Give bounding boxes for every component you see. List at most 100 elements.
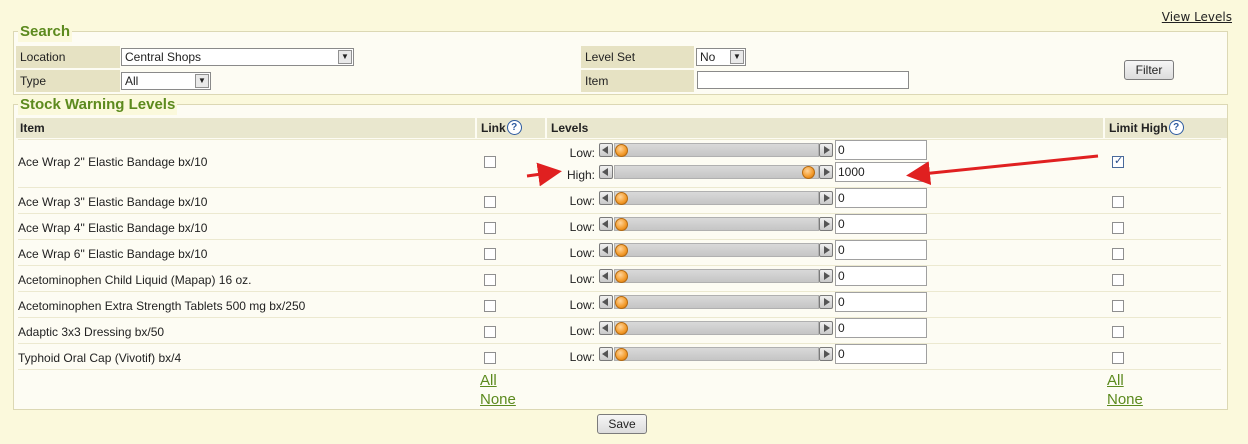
type-select[interactable]: All ▼: [121, 72, 211, 90]
slider-decrease-button[interactable]: [599, 295, 613, 309]
slider-increase-button[interactable]: [819, 217, 833, 231]
low-level-input[interactable]: 0: [835, 318, 927, 338]
slider-handle[interactable]: [615, 244, 628, 257]
link-select-none[interactable]: None: [480, 390, 516, 409]
item-name: Ace Wrap 6" Elastic Bandage bx/10: [18, 247, 208, 261]
level-slider-track[interactable]: [614, 295, 819, 309]
level-slider-track[interactable]: [614, 165, 819, 179]
link-checkbox[interactable]: [484, 300, 496, 312]
limit-high-checkbox[interactable]: [1112, 274, 1124, 286]
link-checkbox[interactable]: [484, 274, 496, 286]
arrow-right-icon: [824, 220, 830, 228]
view-levels-link[interactable]: View Levels: [1162, 10, 1232, 24]
slider-decrease-button[interactable]: [599, 143, 613, 157]
level-set-label: Level Set: [581, 46, 694, 68]
link-checkbox[interactable]: [484, 156, 496, 168]
level-slider-track[interactable]: [614, 347, 819, 361]
slider-handle[interactable]: [615, 348, 628, 361]
arrow-left-icon: [602, 350, 608, 358]
slider-decrease-button[interactable]: [599, 217, 613, 231]
level-slider-track[interactable]: [614, 217, 819, 231]
slider-handle[interactable]: [615, 144, 628, 157]
slider-decrease-button[interactable]: [599, 165, 613, 179]
chevron-down-icon: ▼: [195, 74, 209, 88]
slider-decrease-button[interactable]: [599, 321, 613, 335]
high-level-input[interactable]: 1000: [835, 162, 927, 182]
limit-high-checkbox[interactable]: [1112, 248, 1124, 260]
slider-handle[interactable]: [615, 322, 628, 335]
column-header-link: Link?: [477, 118, 545, 138]
column-header-item-label: Item: [20, 121, 45, 135]
slider-increase-button[interactable]: [819, 295, 833, 309]
slider-increase-button[interactable]: [819, 269, 833, 283]
limit-high-checkbox[interactable]: [1112, 300, 1124, 312]
low-label: Low:: [569, 146, 595, 160]
link-checkbox[interactable]: [484, 196, 496, 208]
limit-high-select-none[interactable]: None: [1107, 390, 1143, 409]
level-slider-track[interactable]: [614, 143, 819, 157]
column-header-levels: Levels: [547, 118, 1103, 138]
low-level-input[interactable]: 0: [835, 188, 927, 208]
level-set-value: No: [700, 50, 716, 64]
low-level-input[interactable]: 0: [835, 266, 927, 286]
slider-increase-button[interactable]: [819, 321, 833, 335]
slider-decrease-button[interactable]: [599, 269, 613, 283]
location-value: Central Shops: [125, 50, 202, 64]
low-label: Low:: [569, 324, 595, 338]
slider-handle[interactable]: [615, 218, 628, 231]
slider-decrease-button[interactable]: [599, 347, 613, 361]
slider-decrease-button[interactable]: [599, 191, 613, 205]
level-set-select[interactable]: No ▼: [696, 48, 746, 66]
slider-increase-button[interactable]: [819, 143, 833, 157]
limit-high-select-all[interactable]: All: [1107, 371, 1124, 390]
slider-handle[interactable]: [802, 166, 815, 179]
link-checkbox[interactable]: [484, 222, 496, 234]
save-button[interactable]: Save: [597, 414, 647, 434]
type-label: Type: [16, 70, 120, 92]
limit-high-checkbox[interactable]: [1112, 352, 1124, 364]
arrow-right-icon: [824, 298, 830, 306]
arrow-left-icon: [602, 168, 608, 176]
limit-high-checkbox[interactable]: [1112, 154, 1124, 168]
table-row: Acetominophen Extra Strength Tablets 500…: [18, 291, 1221, 318]
slider-handle[interactable]: [615, 270, 628, 283]
item-search-input[interactable]: [697, 71, 909, 89]
level-slider-track[interactable]: [614, 191, 819, 205]
low-level-input[interactable]: 0: [835, 292, 927, 312]
link-checkbox[interactable]: [484, 248, 496, 260]
arrow-right-icon: [824, 350, 830, 358]
arrow-right-icon: [824, 324, 830, 332]
help-icon[interactable]: ?: [1168, 120, 1184, 135]
low-level-input[interactable]: 0: [835, 240, 927, 260]
level-slider-track[interactable]: [614, 321, 819, 335]
link-select-all[interactable]: All: [480, 371, 497, 390]
arrow-right-icon: [824, 246, 830, 254]
level-slider-track[interactable]: [614, 243, 819, 257]
arrow-right-icon: [824, 146, 830, 154]
table-row: Acetominophen Child Liquid (Mapap) 16 oz…: [18, 265, 1221, 292]
limit-high-checkbox[interactable]: [1112, 222, 1124, 234]
low-label: Low:: [569, 298, 595, 312]
slider-increase-button[interactable]: [819, 165, 833, 179]
slider-increase-button[interactable]: [819, 347, 833, 361]
slider-handle[interactable]: [615, 192, 628, 205]
item-name: Ace Wrap 3" Elastic Bandage bx/10: [18, 195, 208, 209]
slider-increase-button[interactable]: [819, 243, 833, 257]
level-slider-track[interactable]: [614, 269, 819, 283]
link-checkbox[interactable]: [484, 326, 496, 338]
slider-decrease-button[interactable]: [599, 243, 613, 257]
location-select[interactable]: Central Shops ▼: [121, 48, 354, 66]
slider-increase-button[interactable]: [819, 191, 833, 205]
table-row: Adaptic 3x3 Dressing bx/50 Low: 0: [18, 317, 1221, 344]
help-icon[interactable]: ?: [506, 120, 522, 135]
link-checkbox[interactable]: [484, 352, 496, 364]
column-header-levels-label: Levels: [551, 121, 589, 135]
arrow-right-icon: [824, 168, 830, 176]
low-level-input[interactable]: 0: [835, 344, 927, 364]
slider-handle[interactable]: [615, 296, 628, 309]
low-level-input[interactable]: 0: [835, 214, 927, 234]
limit-high-checkbox[interactable]: [1112, 326, 1124, 338]
filter-button[interactable]: Filter: [1124, 60, 1174, 80]
limit-high-checkbox[interactable]: [1112, 196, 1124, 208]
low-level-input[interactable]: 0: [835, 140, 927, 160]
